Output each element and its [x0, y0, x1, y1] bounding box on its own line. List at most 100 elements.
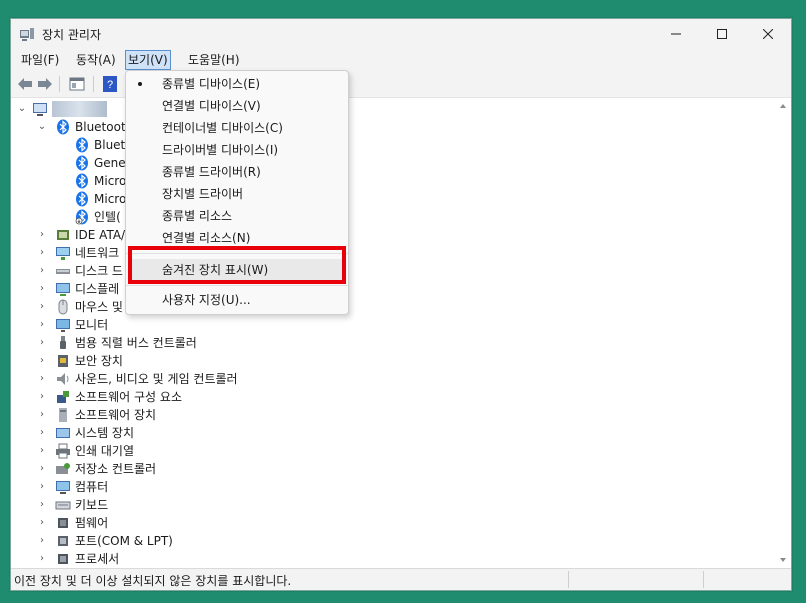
chevron-right-icon[interactable]: › [37, 406, 47, 424]
storage-icon [56, 463, 70, 474]
chevron-right-icon[interactable]: › [37, 244, 47, 262]
tree-label: 포트(COM & LPT) [75, 534, 173, 548]
network-icon [56, 247, 70, 260]
tree-label: 저장소 컨트롤러 [75, 462, 157, 476]
menu-action[interactable]: 동작(A) [74, 51, 118, 69]
speaker-icon [57, 373, 69, 385]
menu-item-devices-by-connection[interactable]: 연결별 디바이스(V) [126, 95, 348, 117]
menu-file[interactable]: 파일(F) [19, 51, 61, 69]
tree-category[interactable]: › 모니터 [12, 316, 212, 334]
chevron-right-icon[interactable]: › [37, 550, 47, 568]
tree-label: 범용 직렬 버스 컨트롤러 [75, 336, 197, 350]
chevron-right-icon[interactable]: › [37, 334, 47, 352]
chevron-right-icon[interactable]: › [37, 514, 47, 532]
disk-icon [56, 269, 70, 274]
tree-category[interactable]: › 저장소 컨트롤러 [12, 460, 212, 478]
scroll-down-icon[interactable] [776, 554, 790, 566]
menu-item-devices-by-container[interactable]: 컨테이너별 디바이스(C) [126, 117, 348, 139]
menu-view[interactable]: 보기(V) [125, 50, 171, 70]
bluetooth-icon [57, 119, 69, 135]
properties-icon [69, 77, 85, 91]
scroll-up-icon[interactable] [776, 100, 790, 112]
menu-item-drivers-by-device[interactable]: 장치별 드라이버 [126, 183, 348, 205]
chevron-right-icon[interactable]: › [37, 262, 47, 280]
annotation-highlight-box [128, 246, 346, 284]
chevron-right-icon[interactable]: › [37, 460, 47, 478]
tree-category[interactable]: › 소프트웨어 구성 요소 [12, 388, 272, 406]
tree-label: 네트워크 [75, 246, 120, 260]
chevron-right-icon[interactable]: › [37, 316, 47, 334]
menu-item-devices-by-type[interactable]: 종류별 디바이스(E) [126, 73, 348, 95]
tree-label: IDE ATA/ [75, 228, 126, 242]
tree-category[interactable]: › 사운드, 비디오 및 게임 컨트롤러 [12, 370, 272, 388]
menu-item-label: 컨테이너별 디바이스(C) [162, 121, 283, 135]
bluetooth-icon [76, 173, 88, 189]
tree-category[interactable]: › 펌웨어 [12, 514, 212, 532]
ide-icon [57, 230, 69, 240]
chevron-right-icon[interactable]: › [37, 280, 47, 298]
menu-item-resources-by-type[interactable]: 종류별 리소스 [126, 205, 348, 227]
tree-label: 소프트웨어 장치 [75, 408, 157, 422]
back-arrow-icon [18, 78, 32, 90]
help-button[interactable]: ? [101, 75, 119, 93]
properties-button[interactable] [68, 75, 86, 93]
tree-category[interactable]: › 인쇄 대기열 [12, 442, 212, 460]
back-button[interactable] [16, 75, 34, 93]
tree-category[interactable]: › 포트(COM & LPT) [12, 532, 232, 550]
tree-label: 키보드 [75, 498, 109, 512]
chevron-down-icon[interactable]: ⌄ [17, 100, 27, 118]
chevron-right-icon[interactable]: › [37, 298, 47, 316]
status-bar: 이전 장치 및 더 이상 설치되지 않은 장치를 표시합니다. [11, 568, 791, 590]
menu-item-drivers-by-type[interactable]: 종류별 드라이버(R) [126, 161, 348, 183]
chevron-right-icon[interactable]: › [37, 496, 47, 514]
status-text: 이전 장치 및 더 이상 설치되지 않은 장치를 표시합니다. [14, 574, 292, 588]
keyboard-icon [55, 501, 71, 510]
tree-label: 시스템 장치 [75, 426, 135, 440]
bluetooth-icon [76, 155, 88, 171]
maximize-icon [717, 29, 727, 39]
close-button[interactable] [745, 19, 791, 49]
menu-help[interactable]: 도움말(H) [186, 51, 242, 69]
tree-category[interactable]: › 시스템 장치 [12, 424, 212, 442]
forward-button[interactable] [36, 75, 54, 93]
menu-item-label: 장치별 드라이버 [162, 187, 244, 201]
tree-category[interactable]: › 범용 직렬 버스 컨트롤러 [12, 334, 272, 352]
tree-category[interactable]: › 컴퓨터 [12, 478, 212, 496]
device-manager-icon [20, 28, 34, 41]
tree-category[interactable]: › 보안 장치 [12, 352, 212, 370]
tree-category[interactable]: › 프로세서 [12, 550, 212, 568]
tree-label: 모니터 [75, 318, 109, 332]
status-divider [568, 571, 569, 588]
forward-arrow-icon [38, 78, 52, 90]
minimize-button[interactable] [653, 19, 699, 49]
menu-item-label: 종류별 드라이버(R) [162, 165, 261, 179]
window-title: 장치 관리자 [42, 28, 102, 42]
software-device-icon [59, 408, 67, 422]
port-icon [58, 536, 68, 546]
chevron-down-icon[interactable]: ⌄ [37, 118, 47, 136]
help-icon: ? [103, 76, 117, 92]
tree-category[interactable]: › 키보드 [12, 496, 212, 514]
chevron-right-icon[interactable]: › [37, 226, 47, 244]
tree-label: 컴퓨터 [75, 480, 109, 494]
minimize-icon [671, 33, 681, 35]
chevron-right-icon[interactable]: › [37, 424, 47, 442]
chevron-right-icon[interactable]: › [37, 478, 47, 496]
chevron-right-icon[interactable]: › [37, 352, 47, 370]
tree-label: 인텔( [94, 210, 121, 224]
chevron-right-icon[interactable]: › [37, 532, 47, 550]
usb-icon [60, 336, 66, 349]
chevron-right-icon[interactable]: › [37, 388, 47, 406]
menu-item-customize[interactable]: 사용자 지정(U)... [126, 289, 348, 311]
vertical-scrollbar[interactable] [776, 98, 790, 568]
menu-item-devices-by-driver[interactable]: 드라이버별 디바이스(I) [126, 139, 348, 161]
maximize-button[interactable] [699, 19, 745, 49]
tree-category[interactable]: › 소프트웨어 장치 [12, 406, 212, 424]
menu-item-label: 사용자 지정(U)... [162, 293, 251, 307]
bluetooth-warning-icon [75, 209, 88, 225]
tree-label: 보안 장치 [75, 354, 123, 368]
chevron-right-icon[interactable]: › [37, 442, 47, 460]
chevron-right-icon[interactable]: › [37, 370, 47, 388]
menu-item-label: 종류별 디바이스(E) [162, 77, 261, 91]
firmware-icon [58, 518, 68, 528]
